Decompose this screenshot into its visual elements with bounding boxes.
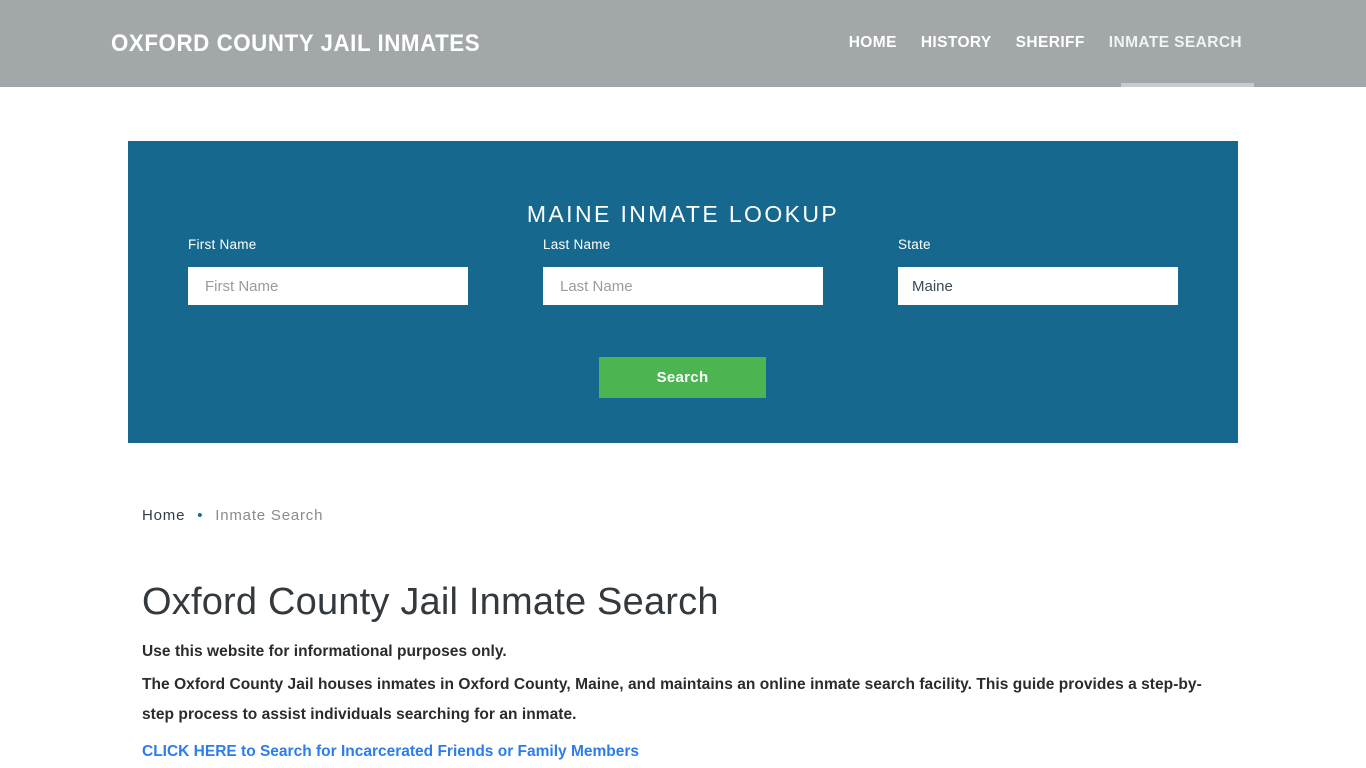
site-title[interactable]: OXFORD COUNTY JAIL INMATES [111, 30, 480, 58]
state-field-group: State Maine [898, 236, 1178, 305]
inmate-search-cta-link[interactable]: CLICK HERE to Search for Incarcerated Fr… [142, 741, 639, 763]
intro-paragraph: Use this website for informational purpo… [142, 643, 507, 660]
page-title: Oxford County Jail Inmate Search [142, 581, 719, 623]
last-name-field-group: Last Name [543, 236, 823, 305]
search-button[interactable]: Search [599, 357, 766, 398]
lookup-panel-title: MAINE INMATE LOOKUP [526, 201, 840, 228]
last-name-label: Last Name [543, 237, 611, 252]
first-name-input[interactable] [188, 267, 468, 305]
breadcrumb-item-home[interactable]: Home [142, 506, 185, 526]
main-navigation: HOME HISTORY SHERIFF INMATE SEARCH [837, 31, 1254, 55]
last-name-input[interactable] [543, 267, 823, 305]
site-header: OXFORD COUNTY JAIL INMATES HOME HISTORY … [0, 0, 1366, 87]
description-paragraph: The Oxford County Jail houses inmates in… [142, 676, 1202, 723]
breadcrumb: Home • Inmate Search [142, 506, 323, 526]
first-name-field-group: First Name [188, 236, 468, 305]
state-select[interactable]: Maine [898, 267, 1178, 305]
nav-item-inmate-search[interactable]: INMATE SEARCH [1097, 31, 1254, 55]
inmate-lookup-panel: MAINE INMATE LOOKUP First Name Last Name… [128, 141, 1238, 443]
first-name-label: First Name [188, 237, 257, 252]
nav-item-home[interactable]: HOME [837, 31, 909, 55]
active-nav-indicator [1121, 83, 1254, 87]
nav-item-history[interactable]: HISTORY [909, 31, 1004, 55]
state-label: State [898, 237, 931, 252]
breadcrumb-separator-icon: • [197, 507, 204, 524]
nav-item-sheriff[interactable]: SHERIFF [1004, 31, 1097, 55]
breadcrumb-item-current: Inmate Search [215, 507, 324, 524]
